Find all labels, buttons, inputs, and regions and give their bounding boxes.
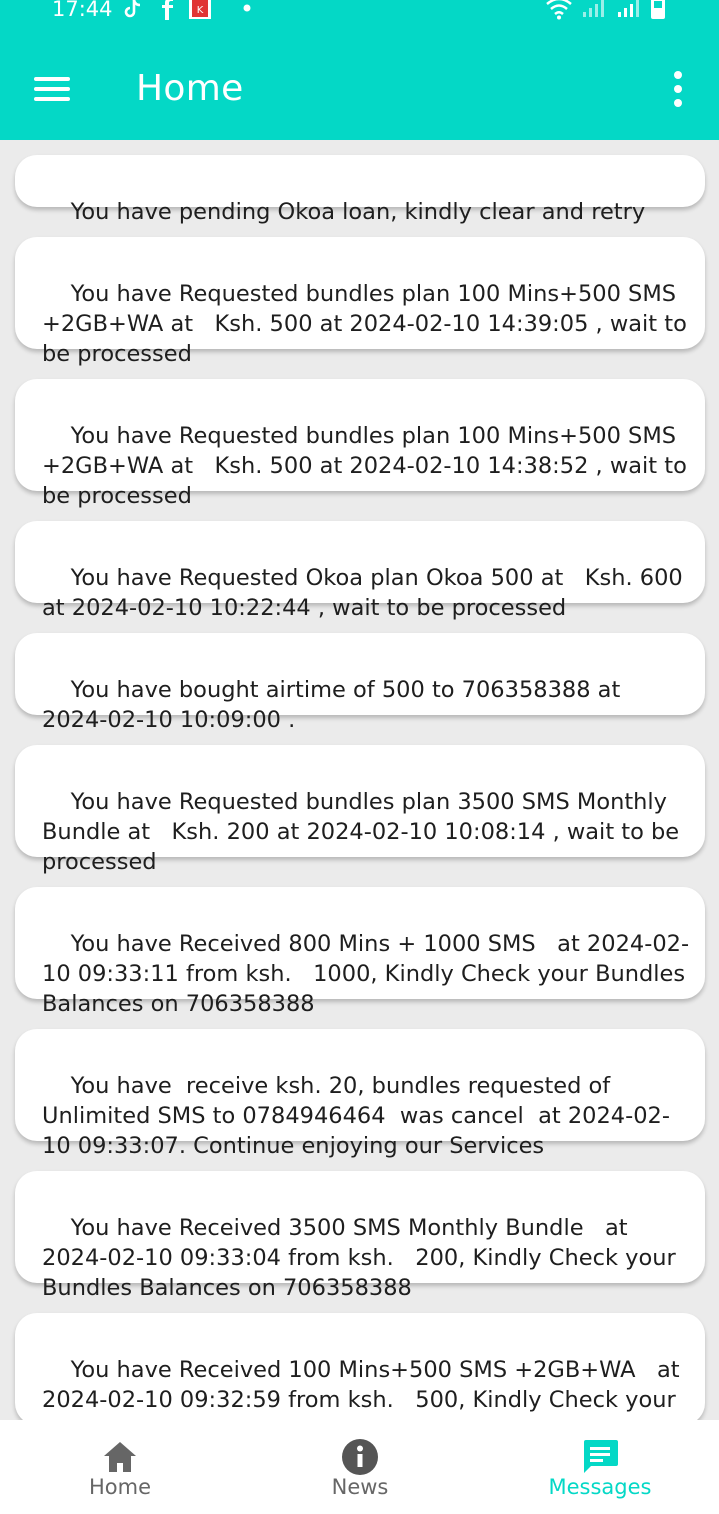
nav-item-news[interactable]: News — [240, 1420, 480, 1514]
home-icon — [104, 1442, 136, 1472]
page-title: Home — [136, 68, 244, 109]
battery-icon — [651, 0, 665, 19]
svg-text:K: K — [197, 5, 204, 16]
nav-item-home[interactable]: Home — [0, 1420, 240, 1514]
bottom-navigation: Home News Messages — [0, 1420, 719, 1514]
chat-message-icon — [584, 1440, 618, 1473]
message-text: You have Received 100 Mins+500 SMS +2GB+… — [42, 1357, 680, 1420]
message-text: You have Received 800 Mins + 1000 SMS at… — [42, 931, 693, 1017]
dot-icon — [243, 4, 251, 12]
nav-label-messages: Messages — [548, 1475, 652, 1499]
status-bar: 17:44 K — [0, 0, 719, 24]
app-bar: 17:44 K Home — [0, 0, 719, 140]
message-card[interactable]: You have Received 800 Mins + 1000 SMS at… — [15, 887, 705, 1017]
message-card[interactable]: You have Requested bundles plan 100 Mins… — [15, 237, 705, 367]
info-icon — [342, 1439, 378, 1475]
signal-icon — [583, 0, 604, 17]
message-card[interactable]: You have Requested bundles plan 100 Mins… — [15, 379, 705, 509]
message-text: You have pending Okoa loan, kindly clear… — [70, 199, 646, 225]
facebook-icon — [162, 0, 173, 20]
nav-label-home: Home — [88, 1475, 151, 1499]
message-text: You have Requested Okoa plan Okoa 500 at… — [42, 565, 690, 621]
message-card[interactable]: You have bought airtime of 500 to 706358… — [15, 633, 705, 733]
message-text: You have receive ksh. 20, bundles reques… — [42, 1073, 670, 1159]
more-vert-icon[interactable] — [670, 71, 686, 107]
nav-item-messages[interactable]: Messages — [480, 1420, 719, 1514]
messages-list[interactable]: You have pending Okoa loan, kindly clear… — [0, 140, 719, 1420]
message-card[interactable]: You have receive ksh. 20, bundles reques… — [15, 1029, 705, 1159]
tiktok-icon — [124, 0, 141, 18]
message-text: You have bought airtime of 500 to 706358… — [42, 677, 628, 733]
message-text: You have Received 3500 SMS Monthly Bundl… — [42, 1215, 683, 1301]
message-text: You have Requested bundles plan 100 Mins… — [42, 281, 694, 367]
message-card[interactable]: You have Requested Okoa plan Okoa 500 at… — [15, 521, 705, 621]
app-notification-icon: K — [189, 0, 211, 19]
message-card[interactable]: You have Received 3500 SMS Monthly Bundl… — [15, 1171, 705, 1301]
message-text: You have Requested bundles plan 100 Mins… — [42, 423, 694, 509]
signal-icon — [618, 0, 639, 17]
wifi-icon — [546, 0, 572, 20]
hamburger-menu-icon[interactable] — [34, 74, 70, 104]
message-card[interactable]: You have pending Okoa loan, kindly clear… — [15, 155, 705, 225]
message-text: You have Requested bundles plan 3500 SMS… — [42, 789, 687, 875]
message-card[interactable]: You have Requested bundles plan 3500 SMS… — [15, 745, 705, 875]
nav-label-news: News — [331, 1475, 389, 1499]
status-time: 17:44 — [52, 0, 113, 21]
message-card[interactable]: You have Received 100 Mins+500 SMS +2GB+… — [15, 1313, 705, 1420]
